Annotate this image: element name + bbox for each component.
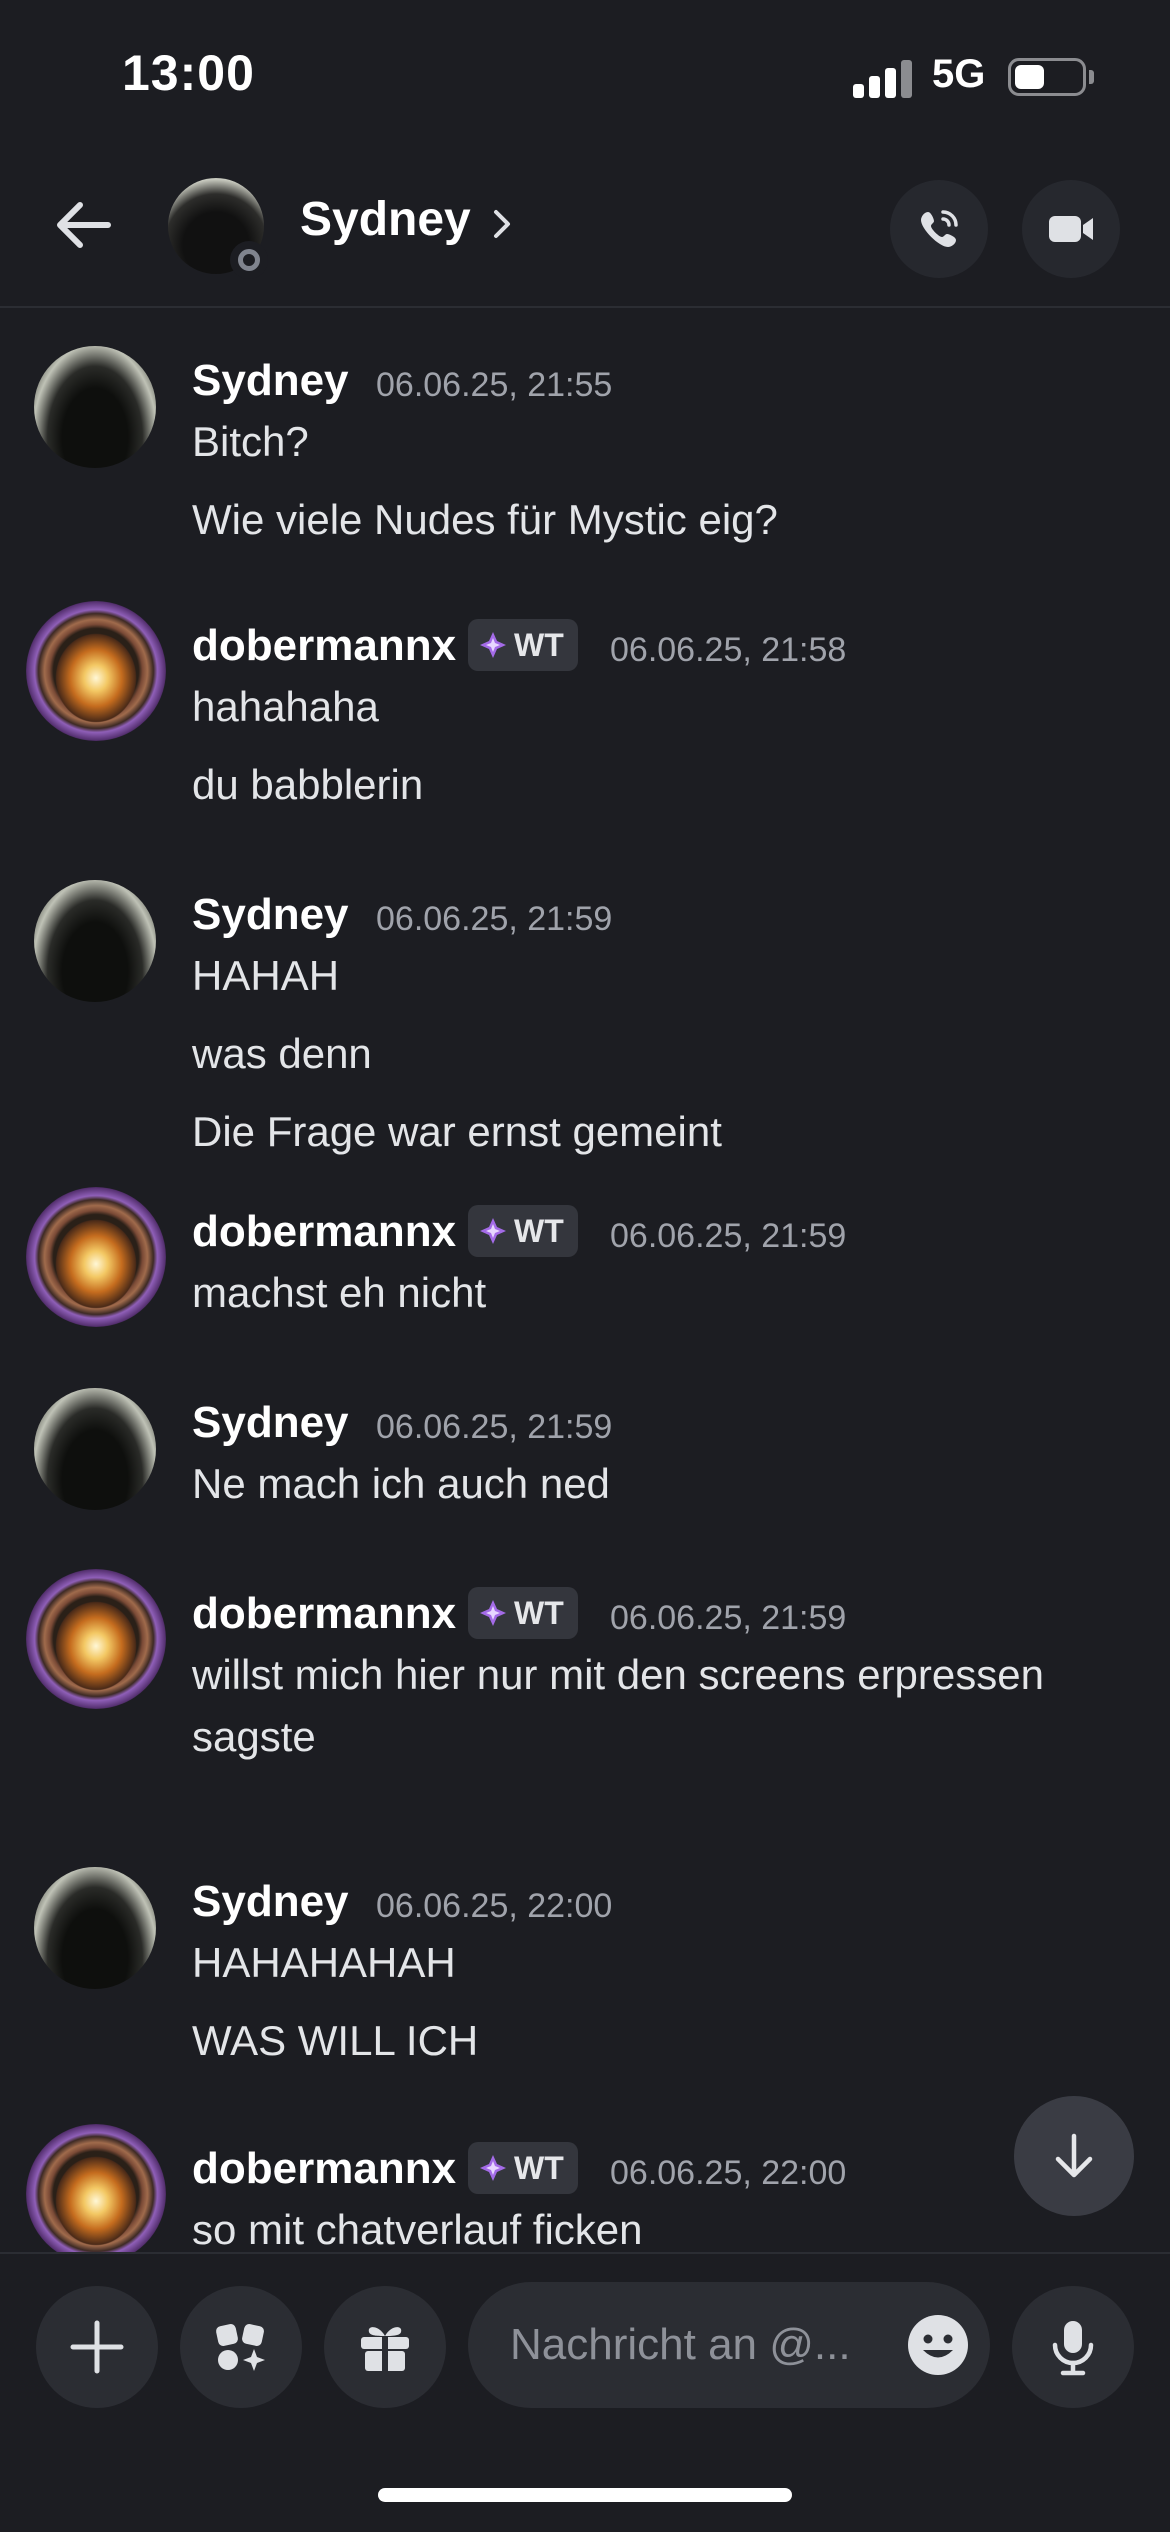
message-timestamp: 06.06.25, 22:00 xyxy=(376,1887,613,1925)
status-time: 13:00 xyxy=(122,45,255,101)
battery-tip xyxy=(1089,70,1094,84)
message-text[interactable]: sagste xyxy=(192,1713,316,1761)
avatar[interactable] xyxy=(26,601,166,741)
message-text[interactable]: WAS WILL ICH xyxy=(192,2017,478,2065)
author-name[interactable]: Sydney xyxy=(192,1877,349,1927)
video-call-button[interactable] xyxy=(1022,180,1120,278)
author-name[interactable]: dobermannx xyxy=(192,1207,456,1257)
emoji-icon xyxy=(908,2315,968,2375)
avatar[interactable] xyxy=(34,1867,156,1989)
apps-icon xyxy=(216,2324,265,2371)
battery-level xyxy=(1015,65,1044,89)
chevron-right-icon[interactable] xyxy=(490,204,516,244)
guild-tag-label: WT xyxy=(514,626,564,663)
message-text[interactable]: HAHAH xyxy=(192,952,339,1000)
message-text[interactable]: willst mich hier nur mit den screens erp… xyxy=(192,1651,1044,1699)
plus-icon xyxy=(70,2320,124,2374)
guild-tag-badge[interactable]: WT xyxy=(468,1205,578,1257)
gem-icon xyxy=(478,630,508,660)
battery-icon xyxy=(1008,58,1086,96)
message-input[interactable] xyxy=(510,2312,870,2378)
add-attachment-button[interactable] xyxy=(36,2286,158,2408)
guild-tag-badge[interactable]: WT xyxy=(468,1587,578,1639)
scroll-to-bottom-button[interactable] xyxy=(1014,2096,1134,2216)
message-timestamp: 06.06.25, 21:59 xyxy=(610,1599,847,1637)
guild-tag-badge[interactable]: WT xyxy=(468,619,578,671)
message-text[interactable]: hahahaha xyxy=(192,683,379,731)
message-timestamp: 06.06.25, 21:59 xyxy=(376,900,613,938)
avatar[interactable] xyxy=(34,1388,156,1510)
gift-icon xyxy=(361,2327,409,2371)
avatar[interactable] xyxy=(26,2124,166,2252)
author-name[interactable]: dobermannx xyxy=(192,2144,456,2194)
message-text[interactable]: HAHAHAHAH xyxy=(192,1939,456,1987)
phone-call-icon xyxy=(921,210,958,247)
message-timestamp: 06.06.25, 22:00 xyxy=(610,2154,847,2192)
gem-icon xyxy=(478,2153,508,2183)
guild-tag-label: WT xyxy=(514,2149,564,2186)
avatar[interactable] xyxy=(26,1187,166,1327)
message-text[interactable]: machst eh nicht xyxy=(192,1269,486,1317)
message-text[interactable]: du babblerin xyxy=(192,761,423,809)
voice-message-button[interactable] xyxy=(1012,2286,1134,2408)
offline-status-icon xyxy=(230,241,268,279)
message-timestamp: 06.06.25, 21:55 xyxy=(376,366,613,404)
status-bar: 13:00 5G xyxy=(0,0,1170,150)
author-name[interactable]: dobermannx xyxy=(192,621,456,671)
author-name[interactable]: Sydney xyxy=(192,356,349,406)
network-label: 5G xyxy=(932,52,986,96)
message-text[interactable]: Ne mach ich auch ned xyxy=(192,1460,610,1508)
gem-icon xyxy=(478,1598,508,1628)
dm-screen: 13:00 5G Sydney Sydney 06.06.25, 21:55 B… xyxy=(0,0,1170,2532)
author-name[interactable]: Sydney xyxy=(192,890,349,940)
microphone-icon xyxy=(1052,2321,1094,2376)
apps-button[interactable] xyxy=(180,2286,302,2408)
message-text[interactable]: so mit chatverlauf ficken xyxy=(192,2206,643,2252)
message-text[interactable]: Die Frage war ernst gemeint xyxy=(192,1108,722,1156)
arrow-down-icon xyxy=(1055,2133,1093,2178)
message-text[interactable]: Wie viele Nudes für Mystic eig? xyxy=(192,496,778,544)
avatar[interactable] xyxy=(34,880,156,1002)
message-timestamp: 06.06.25, 21:58 xyxy=(610,631,847,669)
message-input-container[interactable] xyxy=(468,2282,990,2408)
author-name[interactable]: dobermannx xyxy=(192,1589,456,1639)
message-text[interactable]: was denn xyxy=(192,1030,372,1078)
guild-tag-label: WT xyxy=(514,1594,564,1631)
home-indicator[interactable] xyxy=(378,2488,792,2502)
gem-icon xyxy=(478,1216,508,1246)
author-name[interactable]: Sydney xyxy=(192,1398,349,1448)
avatar[interactable] xyxy=(26,1569,166,1709)
message-timestamp: 06.06.25, 21:59 xyxy=(610,1217,847,1255)
message-timestamp: 06.06.25, 21:59 xyxy=(376,1408,613,1446)
gift-button[interactable] xyxy=(324,2286,446,2408)
guild-tag-badge[interactable]: WT xyxy=(468,2142,578,2194)
emoji-button[interactable] xyxy=(906,2313,970,2377)
message-text[interactable]: Bitch? xyxy=(192,418,309,466)
signal-icon xyxy=(853,58,913,98)
header-name[interactable]: Sydney xyxy=(300,192,471,247)
guild-tag-label: WT xyxy=(514,1212,564,1249)
call-button[interactable] xyxy=(890,180,988,278)
chat-header: Sydney xyxy=(0,150,1170,308)
back-arrow-icon[interactable] xyxy=(48,190,118,260)
avatar[interactable] xyxy=(34,346,156,468)
video-camera-icon xyxy=(1049,216,1093,242)
message-list[interactable]: Sydney 06.06.25, 21:55 Bitch? Wie viele Nud… xyxy=(0,310,1170,2252)
